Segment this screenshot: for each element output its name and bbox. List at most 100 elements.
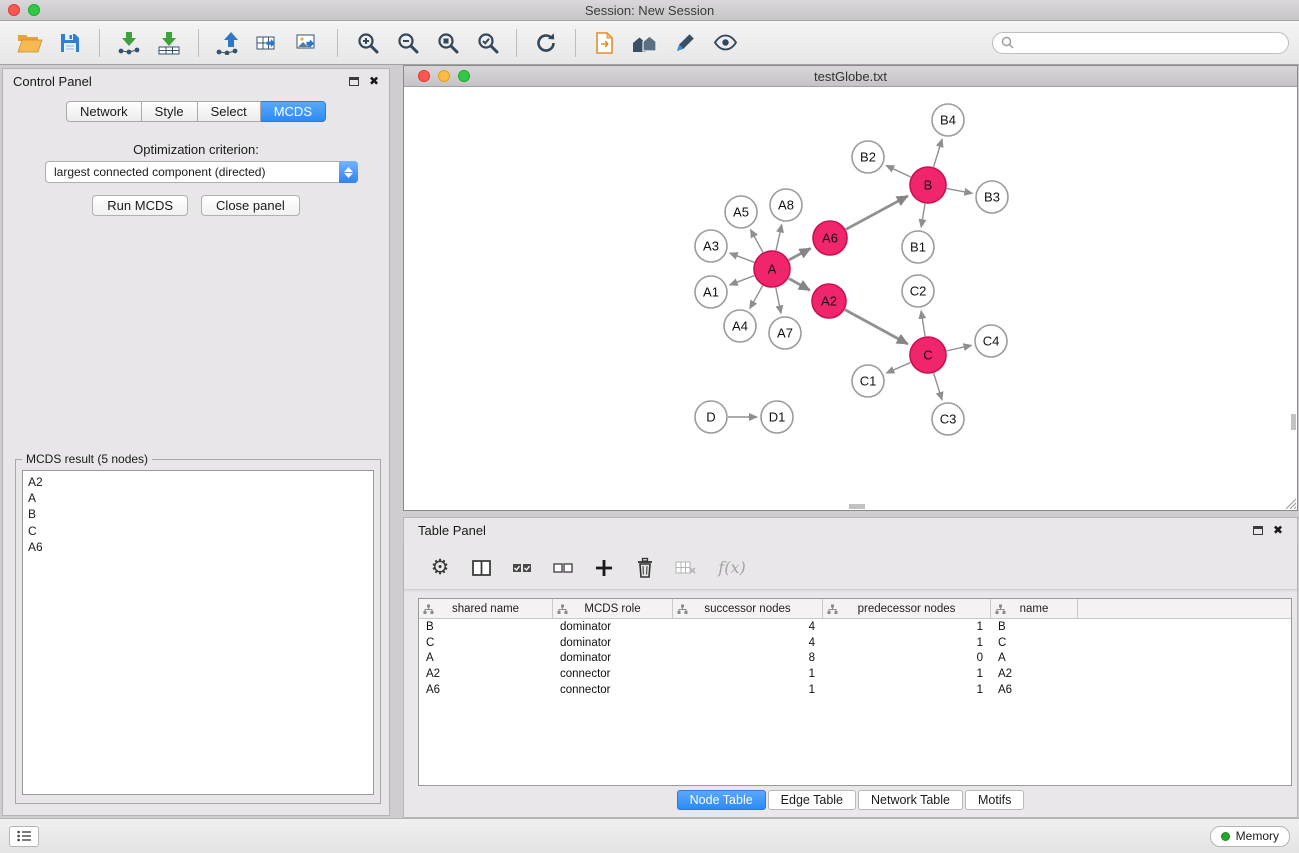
node-B2[interactable]: B2: [852, 141, 884, 173]
node-C3[interactable]: C3: [932, 403, 964, 435]
export-image-button[interactable]: [292, 27, 324, 59]
delete-table-button[interactable]: [674, 556, 698, 580]
node-A5[interactable]: A5: [725, 196, 757, 228]
column-header-successor-nodes[interactable]: successor nodes: [673, 599, 823, 618]
edge-B-B2[interactable]: [886, 165, 911, 177]
export-table-button[interactable]: [252, 27, 284, 59]
edge-C-C2[interactable]: [921, 311, 925, 336]
edge-A-A7[interactable]: [776, 288, 781, 314]
node-C[interactable]: C: [910, 337, 946, 373]
node-D[interactable]: D: [695, 401, 727, 433]
table-row[interactable]: A6connector11A6: [419, 682, 1291, 698]
tab-motifs[interactable]: Motifs: [965, 790, 1024, 810]
result-item[interactable]: B: [28, 506, 368, 522]
search-box[interactable]: [992, 32, 1289, 54]
node-B3[interactable]: B3: [976, 181, 1008, 213]
node-C4[interactable]: C4: [975, 325, 1007, 357]
open-session-button[interactable]: [14, 27, 46, 59]
deselect-all-rows-button[interactable]: [551, 556, 575, 580]
memory-button[interactable]: Memory: [1210, 826, 1290, 847]
refresh-view-button[interactable]: [530, 27, 562, 59]
close-panel-icon[interactable]: ✖: [369, 74, 379, 88]
edge-B-B4[interactable]: [934, 139, 943, 167]
node-A6[interactable]: A6: [813, 221, 847, 255]
node-A3[interactable]: A3: [695, 230, 727, 262]
vertical-scroll-mark[interactable]: [1291, 414, 1296, 430]
zoom-in-button[interactable]: [351, 27, 383, 59]
float-panel-icon[interactable]: [349, 77, 359, 86]
import-table-button[interactable]: [153, 27, 185, 59]
edge-A6-B[interactable]: [846, 196, 908, 229]
run-mcds-button[interactable]: Run MCDS: [92, 195, 188, 216]
node-B4[interactable]: B4: [932, 104, 964, 136]
column-header-MCDS-role[interactable]: MCDS role: [553, 599, 673, 618]
import-network-button[interactable]: [113, 27, 145, 59]
edge-A-A1[interactable]: [730, 276, 755, 285]
table-row[interactable]: Adominator80A: [419, 651, 1291, 667]
node-A8[interactable]: A8: [770, 189, 802, 221]
export-network-button[interactable]: [212, 27, 244, 59]
tab-node-table[interactable]: Node Table: [677, 790, 766, 810]
select-all-rows-button[interactable]: [510, 556, 534, 580]
table-settings-button[interactable]: ⚙: [428, 556, 452, 580]
result-item[interactable]: A2: [28, 474, 368, 490]
column-header-shared-name[interactable]: shared name: [419, 599, 553, 618]
table-row[interactable]: Cdominator41C: [419, 635, 1291, 651]
edge-A-A5[interactable]: [751, 230, 763, 253]
node-B[interactable]: B: [910, 167, 946, 203]
zoom-fit-button[interactable]: [431, 27, 463, 59]
column-header-predecessor-nodes[interactable]: predecessor nodes: [823, 599, 991, 618]
mcds-result-list[interactable]: A2ABCA6: [22, 470, 374, 795]
network-snapshot-button[interactable]: [589, 27, 621, 59]
node-C2[interactable]: C2: [902, 275, 934, 307]
node-B1[interactable]: B1: [902, 231, 934, 263]
column-header-name[interactable]: name: [991, 599, 1078, 618]
zoom-out-button[interactable]: [391, 27, 423, 59]
node-C1[interactable]: C1: [852, 365, 884, 397]
table-row[interactable]: Bdominator41B: [419, 619, 1291, 635]
close-panel-button[interactable]: Close panel: [201, 195, 300, 216]
edge-A-A3[interactable]: [730, 253, 755, 262]
tab-mcds[interactable]: MCDS: [261, 101, 326, 122]
criterion-select[interactable]: largest connected component (directed): [45, 161, 358, 183]
node-A1[interactable]: A1: [695, 276, 727, 308]
edge-A-A6[interactable]: [789, 248, 811, 260]
node-A7[interactable]: A7: [769, 317, 801, 349]
edge-A2-C[interactable]: [845, 310, 908, 344]
tab-style[interactable]: Style: [142, 101, 198, 122]
float-table-panel-icon[interactable]: [1253, 526, 1263, 535]
first-neighbors-button[interactable]: [629, 27, 661, 59]
edge-A-A2[interactable]: [789, 278, 810, 290]
resize-grip[interactable]: [1283, 496, 1296, 509]
annotation-pen-button[interactable]: [669, 27, 701, 59]
node-A2[interactable]: A2: [812, 284, 846, 318]
choose-columns-button[interactable]: [469, 556, 493, 580]
node-A[interactable]: A: [754, 251, 790, 287]
result-item[interactable]: A6: [28, 539, 368, 555]
tab-network[interactable]: Network: [66, 101, 142, 122]
edge-B-B3[interactable]: [947, 189, 973, 194]
edge-B-B1[interactable]: [921, 204, 925, 227]
result-item[interactable]: C: [28, 523, 368, 539]
show-hide-graphics-button[interactable]: [709, 27, 741, 59]
table-row[interactable]: A2connector11A2: [419, 666, 1291, 682]
tab-edge-table[interactable]: Edge Table: [768, 790, 856, 810]
network-canvas[interactable]: B4 B2 B B3 A5 A8 A6 B1 A3 A C2 A1 A2 A4 A7 C4 C C1 C3 D D1: [404, 87, 1297, 509]
tab-network-table[interactable]: Network Table: [858, 790, 963, 810]
edge-A-A4[interactable]: [750, 286, 763, 309]
node-D1[interactable]: D1: [761, 401, 793, 433]
function-builder-button[interactable]: f(x): [715, 556, 749, 580]
node-table[interactable]: shared nameMCDS rolesuccessor nodesprede…: [418, 598, 1292, 786]
delete-column-button[interactable]: [633, 556, 657, 580]
edge-C-C1[interactable]: [886, 363, 910, 373]
create-column-button[interactable]: [592, 556, 616, 580]
node-A4[interactable]: A4: [724, 310, 756, 342]
tab-select[interactable]: Select: [198, 101, 261, 122]
zoom-selected-button[interactable]: [471, 27, 503, 59]
horizontal-scroll-mark[interactable]: [849, 504, 865, 509]
result-item[interactable]: A: [28, 490, 368, 506]
edge-C-C4[interactable]: [947, 345, 972, 351]
search-input[interactable]: [1019, 36, 1280, 50]
save-session-button[interactable]: [54, 27, 86, 59]
edge-A-A8[interactable]: [776, 225, 782, 251]
